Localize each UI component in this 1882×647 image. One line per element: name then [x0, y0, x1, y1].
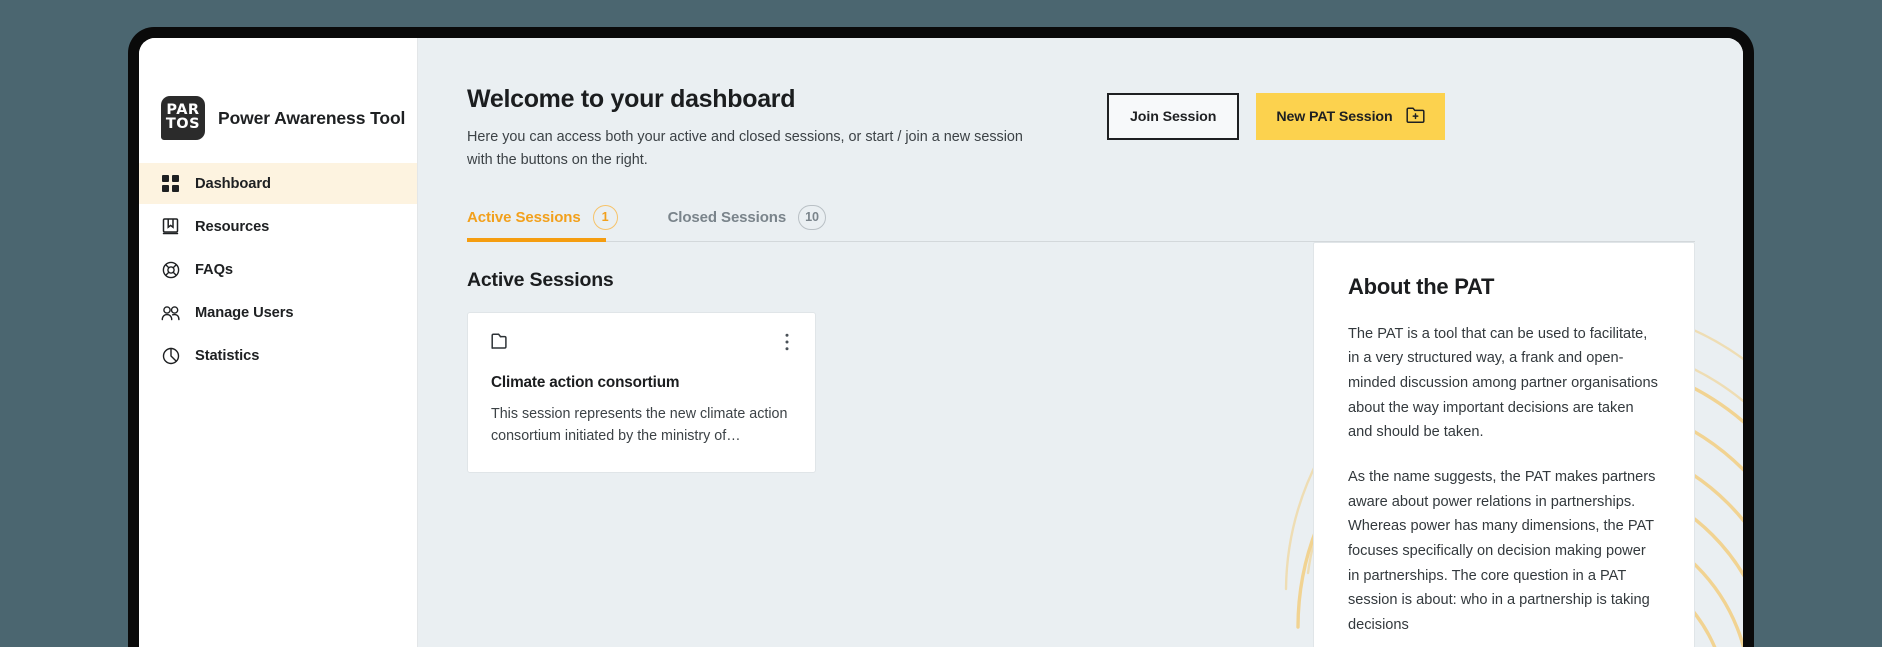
sidebar-nav: Dashboard Resources FAQs Manage Users St… [139, 163, 417, 376]
device-frame: PAR TOS Power Awareness Tool Dashboard R… [128, 27, 1754, 647]
session-card-list: Climate action consortium This session r… [467, 311, 1294, 473]
book-icon [161, 217, 180, 236]
sidebar-item-label: Dashboard [195, 175, 271, 192]
content-columns: Active Sessions Climate action consortiu… [418, 241, 1743, 647]
folder-plus-icon [1406, 107, 1425, 127]
new-pat-session-label: New PAT Session [1276, 108, 1393, 125]
sidebar-item-dashboard[interactable]: Dashboard [139, 163, 417, 204]
tab-label: Active Sessions [467, 208, 581, 226]
kebab-menu-icon[interactable] [782, 333, 792, 351]
main-content: Welcome to your dashboard Here you can a… [418, 38, 1743, 647]
session-card-title: Climate action consortium [491, 373, 680, 391]
sidebar-item-faqs[interactable]: FAQs [139, 249, 417, 290]
join-session-label: Join Session [1130, 108, 1217, 125]
tab-count-badge: 1 [592, 204, 618, 230]
app-screen: PAR TOS Power Awareness Tool Dashboard R… [139, 38, 1743, 647]
sessions-column: Active Sessions Climate action consortiu… [467, 242, 1294, 473]
brand-name: Power Awareness Tool [218, 107, 406, 128]
sessions-section-title: Active Sessions [467, 268, 614, 291]
session-card-description: This session represents the new climate … [491, 405, 788, 444]
about-paragraph: The PAT is a tool that can be used to fa… [1348, 325, 1658, 441]
tabs-divider [467, 240, 1695, 242]
join-session-button[interactable]: Join Session [1107, 93, 1240, 140]
tab-active-sessions[interactable]: Active Sessions 1 [467, 204, 618, 242]
sidebar: PAR TOS Power Awareness Tool Dashboard R… [139, 38, 418, 647]
sidebar-item-manage-users[interactable]: Manage Users [139, 292, 417, 333]
about-paragraph: As the name suggests, the PAT makes part… [1348, 468, 1656, 633]
sessions-tabs: Active Sessions 1 Closed Sessions 10 [418, 173, 1743, 242]
lifebuoy-icon [161, 260, 180, 279]
users-icon [161, 303, 180, 322]
logo-line-2: TOS [165, 116, 201, 132]
sidebar-item-label: Resources [195, 218, 270, 235]
sidebar-item-label: Manage Users [195, 304, 294, 321]
session-card[interactable]: Climate action consortium This session r… [467, 311, 816, 473]
sidebar-item-label: FAQs [195, 261, 233, 278]
tab-label: Closed Sessions [667, 208, 787, 226]
new-pat-session-button[interactable]: New PAT Session [1256, 93, 1445, 140]
about-pat-panel: About the PAT The PAT is a tool that can… [1313, 241, 1695, 647]
tab-closed-sessions[interactable]: Closed Sessions 10 [667, 204, 826, 242]
sidebar-item-statistics[interactable]: Statistics [139, 335, 417, 376]
partos-logo-icon: PAR TOS [161, 96, 205, 140]
header-actions: Join Session New PAT Session [1107, 85, 1445, 140]
sidebar-item-resources[interactable]: Resources [139, 206, 417, 247]
pie-chart-icon [161, 346, 180, 365]
page-title: Welcome to your dashboard [467, 85, 796, 113]
sidebar-item-label: Statistics [195, 347, 260, 364]
page-subtitle: Here you can access both your active and… [467, 129, 1023, 169]
active-tab-underline [467, 237, 606, 242]
tab-count-badge: 10 [798, 204, 826, 230]
folder-icon [491, 333, 512, 355]
page-header: Welcome to your dashboard Here you can a… [418, 38, 1743, 173]
about-panel-title: About the PAT [1348, 273, 1495, 299]
brand-header: PAR TOS Power Awareness Tool [139, 38, 417, 163]
grid-icon [161, 174, 180, 193]
